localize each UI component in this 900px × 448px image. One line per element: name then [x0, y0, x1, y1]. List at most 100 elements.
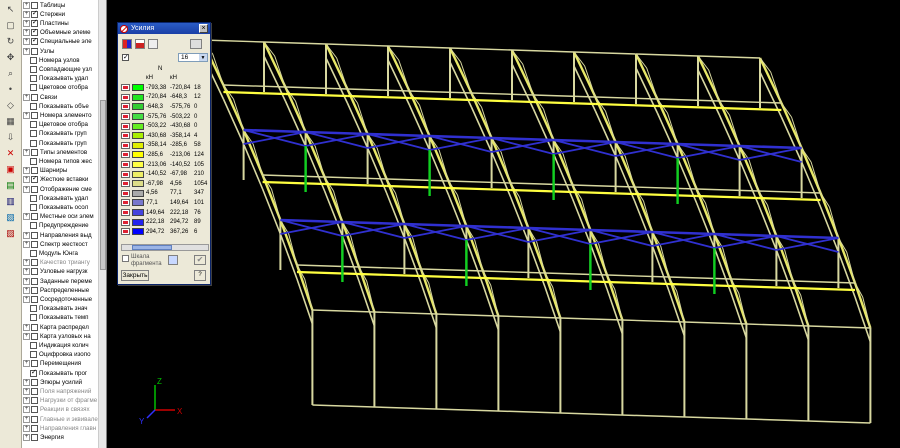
color-swatch[interactable] — [132, 141, 144, 149]
color-swatch[interactable] — [132, 84, 144, 92]
tree-checkbox[interactable] — [30, 305, 37, 313]
tree-checkbox[interactable] — [30, 204, 37, 212]
tree-checkbox[interactable] — [31, 112, 38, 120]
report-icon[interactable]: ▨ — [3, 226, 18, 240]
tree-item[interactable]: Показывать прог — [22, 369, 104, 377]
row-toggle-icon[interactable] — [121, 228, 130, 236]
tree-item[interactable]: + Пластины — [22, 19, 104, 28]
tree-item[interactable]: + Жесткие вставки — [22, 176, 104, 184]
expand-icon[interactable]: + — [23, 397, 30, 405]
tree-checkbox[interactable] — [31, 47, 38, 55]
tree-checkbox[interactable] — [31, 176, 38, 184]
row-toggle-icon[interactable] — [121, 141, 130, 149]
row-toggle-icon[interactable] — [121, 170, 130, 178]
tree-checkbox[interactable] — [31, 360, 38, 368]
settings-icon[interactable] — [190, 39, 202, 49]
tree-checkbox[interactable] — [31, 388, 38, 396]
scale-row[interactable]: -430,68 -358,14 4 — [121, 131, 209, 141]
tree-item[interactable]: + Стержни — [22, 10, 104, 18]
tree-item[interactable]: + Реакции в связях — [22, 406, 104, 414]
tree-checkbox[interactable] — [31, 10, 38, 18]
tree-scrollbar[interactable] — [98, 0, 106, 448]
row-toggle-icon[interactable] — [121, 180, 130, 188]
expand-icon[interactable]: + — [23, 323, 30, 331]
tree-checkbox[interactable] — [30, 222, 37, 230]
tree-checkbox[interactable] — [31, 415, 38, 423]
scale-row[interactable]: -648,3 -575,76 0 — [121, 102, 209, 112]
filter-icon[interactable]: ▣ — [3, 162, 18, 176]
tree-checkbox[interactable] — [31, 213, 38, 221]
expand-icon[interactable]: + — [23, 378, 30, 386]
expand-icon[interactable]: + — [23, 38, 30, 46]
tree-item[interactable]: Показывать удал — [22, 194, 104, 202]
tree-item[interactable]: + Заданные переме — [22, 277, 104, 285]
expand-icon[interactable]: + — [23, 240, 30, 248]
tree-checkbox[interactable] — [31, 1, 38, 9]
tree-checkbox[interactable] — [31, 332, 38, 340]
checkmark-icon[interactable]: ✔ — [194, 255, 206, 265]
expand-icon[interactable]: + — [23, 20, 30, 28]
tree-item[interactable]: + Сосредоточенные — [22, 295, 104, 304]
scale-row[interactable]: -285,6 -213,06 124 — [121, 150, 209, 160]
tree-item[interactable]: + Распределенные — [22, 286, 104, 294]
color-swatch[interactable] — [132, 189, 144, 197]
tree-checkbox[interactable] — [30, 66, 37, 74]
tree-checkbox[interactable] — [31, 406, 38, 414]
pan-icon[interactable]: ✥ — [3, 50, 18, 64]
expand-icon[interactable]: + — [23, 434, 30, 442]
tree-item[interactable]: Цветовое отобра — [22, 84, 104, 92]
check-icon[interactable]: ▤ — [3, 178, 18, 192]
tree-scroll-thumb[interactable] — [100, 100, 106, 270]
expand-icon[interactable]: + — [23, 415, 30, 423]
tree-checkbox[interactable] — [30, 194, 37, 202]
fragment-scale-checkbox[interactable] — [122, 255, 129, 262]
color-swatch[interactable] — [132, 113, 144, 121]
tree-checkbox[interactable] — [30, 84, 37, 92]
scale-row[interactable]: -720,84 -648,3 12 — [121, 93, 209, 103]
color-swatch[interactable] — [132, 180, 144, 188]
tree-item[interactable]: + Карта узловых на — [22, 332, 104, 340]
tree-checkbox[interactable] — [31, 397, 38, 405]
tree-checkbox[interactable] — [31, 19, 38, 28]
expand-icon[interactable]: + — [23, 148, 30, 156]
row-toggle-icon[interactable] — [121, 84, 130, 92]
tree-item[interactable]: Номера узлов — [22, 56, 104, 64]
tree-checkbox[interactable] — [30, 102, 37, 110]
pointer-icon[interactable]: ↖ — [3, 2, 18, 16]
scale-row[interactable]: 294,72 367,26 6 — [121, 227, 209, 237]
tree-checkbox[interactable] — [31, 424, 38, 432]
tree-item[interactable]: + Узлы — [22, 47, 104, 55]
color-scale-icon[interactable] — [122, 39, 132, 49]
expand-icon[interactable]: + — [23, 213, 30, 221]
tree-item[interactable]: Предупреждение — [22, 222, 104, 230]
expand-icon[interactable]: + — [23, 259, 30, 267]
expand-icon[interactable]: + — [23, 29, 30, 37]
tree-checkbox[interactable] — [31, 434, 38, 442]
expand-icon[interactable]: + — [23, 93, 30, 101]
tree-checkbox[interactable] — [30, 121, 37, 129]
expand-icon[interactable]: + — [23, 10, 30, 18]
table-icon[interactable]: ▥ — [3, 194, 18, 208]
enable-checkbox[interactable]: ✓ — [122, 54, 129, 61]
color-swatch[interactable] — [132, 199, 144, 207]
expand-icon[interactable]: + — [23, 406, 30, 414]
tree-item[interactable]: + Типы элементов — [22, 148, 104, 156]
row-toggle-icon[interactable] — [121, 199, 130, 207]
tree-checkbox[interactable] — [30, 139, 37, 147]
tree-item[interactable]: + Объемные элеме — [22, 29, 104, 37]
dialog-titlebar[interactable]: Усилия — [118, 23, 210, 34]
load-icon[interactable]: ⇩ — [3, 130, 18, 144]
apply-icon[interactable] — [168, 255, 178, 265]
scale-row[interactable]: -503,22 -430,68 0 — [121, 121, 209, 131]
results-icon[interactable]: ▧ — [3, 210, 18, 224]
expand-icon[interactable]: + — [23, 424, 30, 432]
tree-checkbox[interactable] — [30, 314, 37, 322]
tree-item[interactable]: + Качество триангу — [22, 259, 104, 267]
model-3d-view[interactable]: Z X Y — [107, 0, 900, 448]
scale-row[interactable]: 222,18 294,72 89 — [121, 217, 209, 227]
tree-item[interactable]: Показывать удал — [22, 75, 104, 83]
scale-row[interactable]: -67,98 4,56 1054 — [121, 179, 209, 189]
tree-item[interactable]: Номера типов жес — [22, 157, 104, 166]
tree-checkbox[interactable] — [31, 277, 38, 285]
tree-item[interactable]: + Нагрузки от фрагме — [22, 397, 104, 405]
